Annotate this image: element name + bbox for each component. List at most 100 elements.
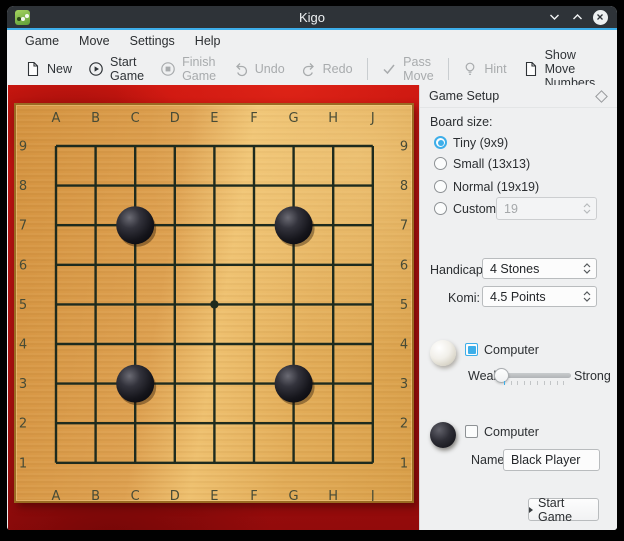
black-computer-label[interactable]: Computer [484, 425, 539, 439]
board-row-label: 2 [400, 417, 408, 432]
board-row-label: 4 [19, 338, 27, 353]
undo-button[interactable]: Undo [225, 57, 293, 81]
new-document-icon [25, 61, 41, 77]
board-row-label: 6 [400, 258, 408, 273]
board-row-label: 4 [400, 338, 408, 353]
board-row-label: 1 [400, 456, 408, 471]
board-row-label: 2 [19, 417, 27, 432]
radio-custom[interactable] [434, 202, 447, 215]
radio-normal-label[interactable]: Normal (19x19) [453, 180, 539, 194]
radio-small-label[interactable]: Small (13x13) [453, 157, 530, 171]
board-column-label: G [289, 111, 299, 126]
board-column-label: A [52, 111, 61, 126]
toolbar-label: Hint [484, 62, 506, 76]
toolbar-label: Undo [255, 62, 285, 76]
handicap-label: Handicap: [430, 263, 480, 277]
white-computer-checkbox[interactable] [465, 343, 478, 356]
go-stone-black [116, 365, 154, 403]
chevron-down-icon [549, 13, 560, 21]
board-row-label: 9 [400, 140, 408, 155]
radio-small[interactable] [434, 157, 447, 170]
redo-button[interactable]: Redo [293, 57, 361, 81]
toolbar-label: Finish Game [182, 55, 217, 83]
app-window: Kigo Game Move Settings Help [7, 6, 617, 530]
stop-circle-icon [160, 61, 176, 77]
board-column-label: A [52, 489, 61, 501]
handicap-value: 4 Stones [490, 262, 539, 276]
board-column-label: C [131, 489, 140, 501]
play-triangle-icon [529, 507, 533, 513]
spinbox-arrows-icon[interactable] [583, 263, 591, 274]
board-column-label: B [91, 489, 100, 501]
toolbar-label: Pass Move [403, 55, 434, 83]
board-column-label: F [250, 111, 257, 126]
window-maximize-button[interactable] [569, 9, 585, 25]
black-computer-checkbox[interactable] [465, 425, 478, 438]
komi-label: Komi: [430, 291, 480, 305]
board-column-label: E [210, 489, 218, 501]
spinbox-arrows-icon[interactable] [583, 291, 591, 302]
dock-float-icon[interactable] [595, 90, 608, 103]
board-column-label: D [170, 111, 180, 126]
board-column-label: D [170, 489, 180, 501]
toolbar-label: Redo [323, 62, 353, 76]
komi-value: 4.5 Points [490, 290, 546, 304]
toolbar: New Start Game Finish Game Undo Redo [7, 52, 617, 85]
titlebar[interactable]: Kigo [7, 6, 617, 28]
chevron-up-icon [572, 13, 583, 21]
custom-size-spinbox[interactable]: 19 [496, 197, 597, 220]
go-stone-black [116, 206, 154, 244]
menu-move[interactable]: Move [72, 32, 117, 50]
redo-arrow-icon [301, 61, 317, 77]
board-row-label: 1 [19, 456, 27, 471]
menu-settings[interactable]: Settings [123, 32, 182, 50]
game-setup-panel: Game Setup Board size: Tiny (9x9) Small … [419, 85, 617, 530]
start-game-label: Start Game [538, 496, 598, 524]
panel-header: Game Setup [420, 85, 617, 108]
black-name-input[interactable]: Black Player [503, 449, 600, 471]
start-game-panel-button[interactable]: Start Game [528, 498, 599, 521]
strength-slider-track[interactable] [504, 373, 571, 378]
go-stone-black [275, 206, 313, 244]
radio-tiny[interactable] [434, 136, 447, 149]
toolbar-label: New [47, 62, 72, 76]
board-row-label: 6 [19, 258, 27, 273]
board-column-label: H [328, 489, 338, 501]
slider-ticks [504, 381, 564, 385]
board-row-label: 3 [19, 377, 27, 392]
board-row-label: 5 [400, 298, 408, 313]
toolbar-label: Show Move Numbers [545, 48, 609, 90]
menu-help[interactable]: Help [188, 32, 228, 50]
panel-title: Game Setup [429, 89, 499, 103]
game-view: AABBCCDDEEFFGGHHJJ998877665544332211 [8, 85, 419, 530]
board-column-label: E [210, 111, 218, 126]
board-row-label: 8 [400, 179, 408, 194]
board-grid: AABBCCDDEEFFGGHHJJ998877665544332211 [16, 105, 412, 501]
start-game-button[interactable]: Start Game [80, 51, 152, 87]
spinbox-arrows-icon[interactable] [583, 203, 591, 214]
white-computer-label[interactable]: Computer [484, 343, 539, 357]
checkmark-icon [381, 61, 397, 77]
play-circle-icon [88, 61, 104, 77]
radio-normal[interactable] [434, 180, 447, 193]
window-close-button[interactable] [592, 9, 608, 25]
komi-spinbox[interactable]: 4.5 Points [482, 286, 597, 307]
board-column-label: C [131, 111, 140, 126]
pass-move-button[interactable]: Pass Move [373, 51, 442, 87]
board-column-label: F [250, 489, 257, 501]
finish-game-button[interactable]: Finish Game [152, 51, 225, 87]
board-column-label: J [370, 489, 375, 501]
handicap-spinbox[interactable]: 4 Stones [482, 258, 597, 279]
new-button[interactable]: New [17, 57, 80, 81]
window-minimize-button[interactable] [546, 9, 562, 25]
toolbar-label: Start Game [110, 55, 144, 83]
hint-button[interactable]: Hint [454, 57, 514, 81]
board-size-label: Board size: [430, 115, 493, 129]
go-stone-black [275, 365, 313, 403]
go-board[interactable]: AABBCCDDEEFFGGHHJJ998877665544332211 [14, 103, 414, 503]
toolbar-separator [367, 58, 368, 80]
radio-tiny-label[interactable]: Tiny (9x9) [453, 136, 508, 150]
board-column-label: G [289, 489, 299, 501]
radio-custom-label[interactable]: Custom: [453, 202, 500, 216]
menu-game[interactable]: Game [18, 32, 66, 50]
